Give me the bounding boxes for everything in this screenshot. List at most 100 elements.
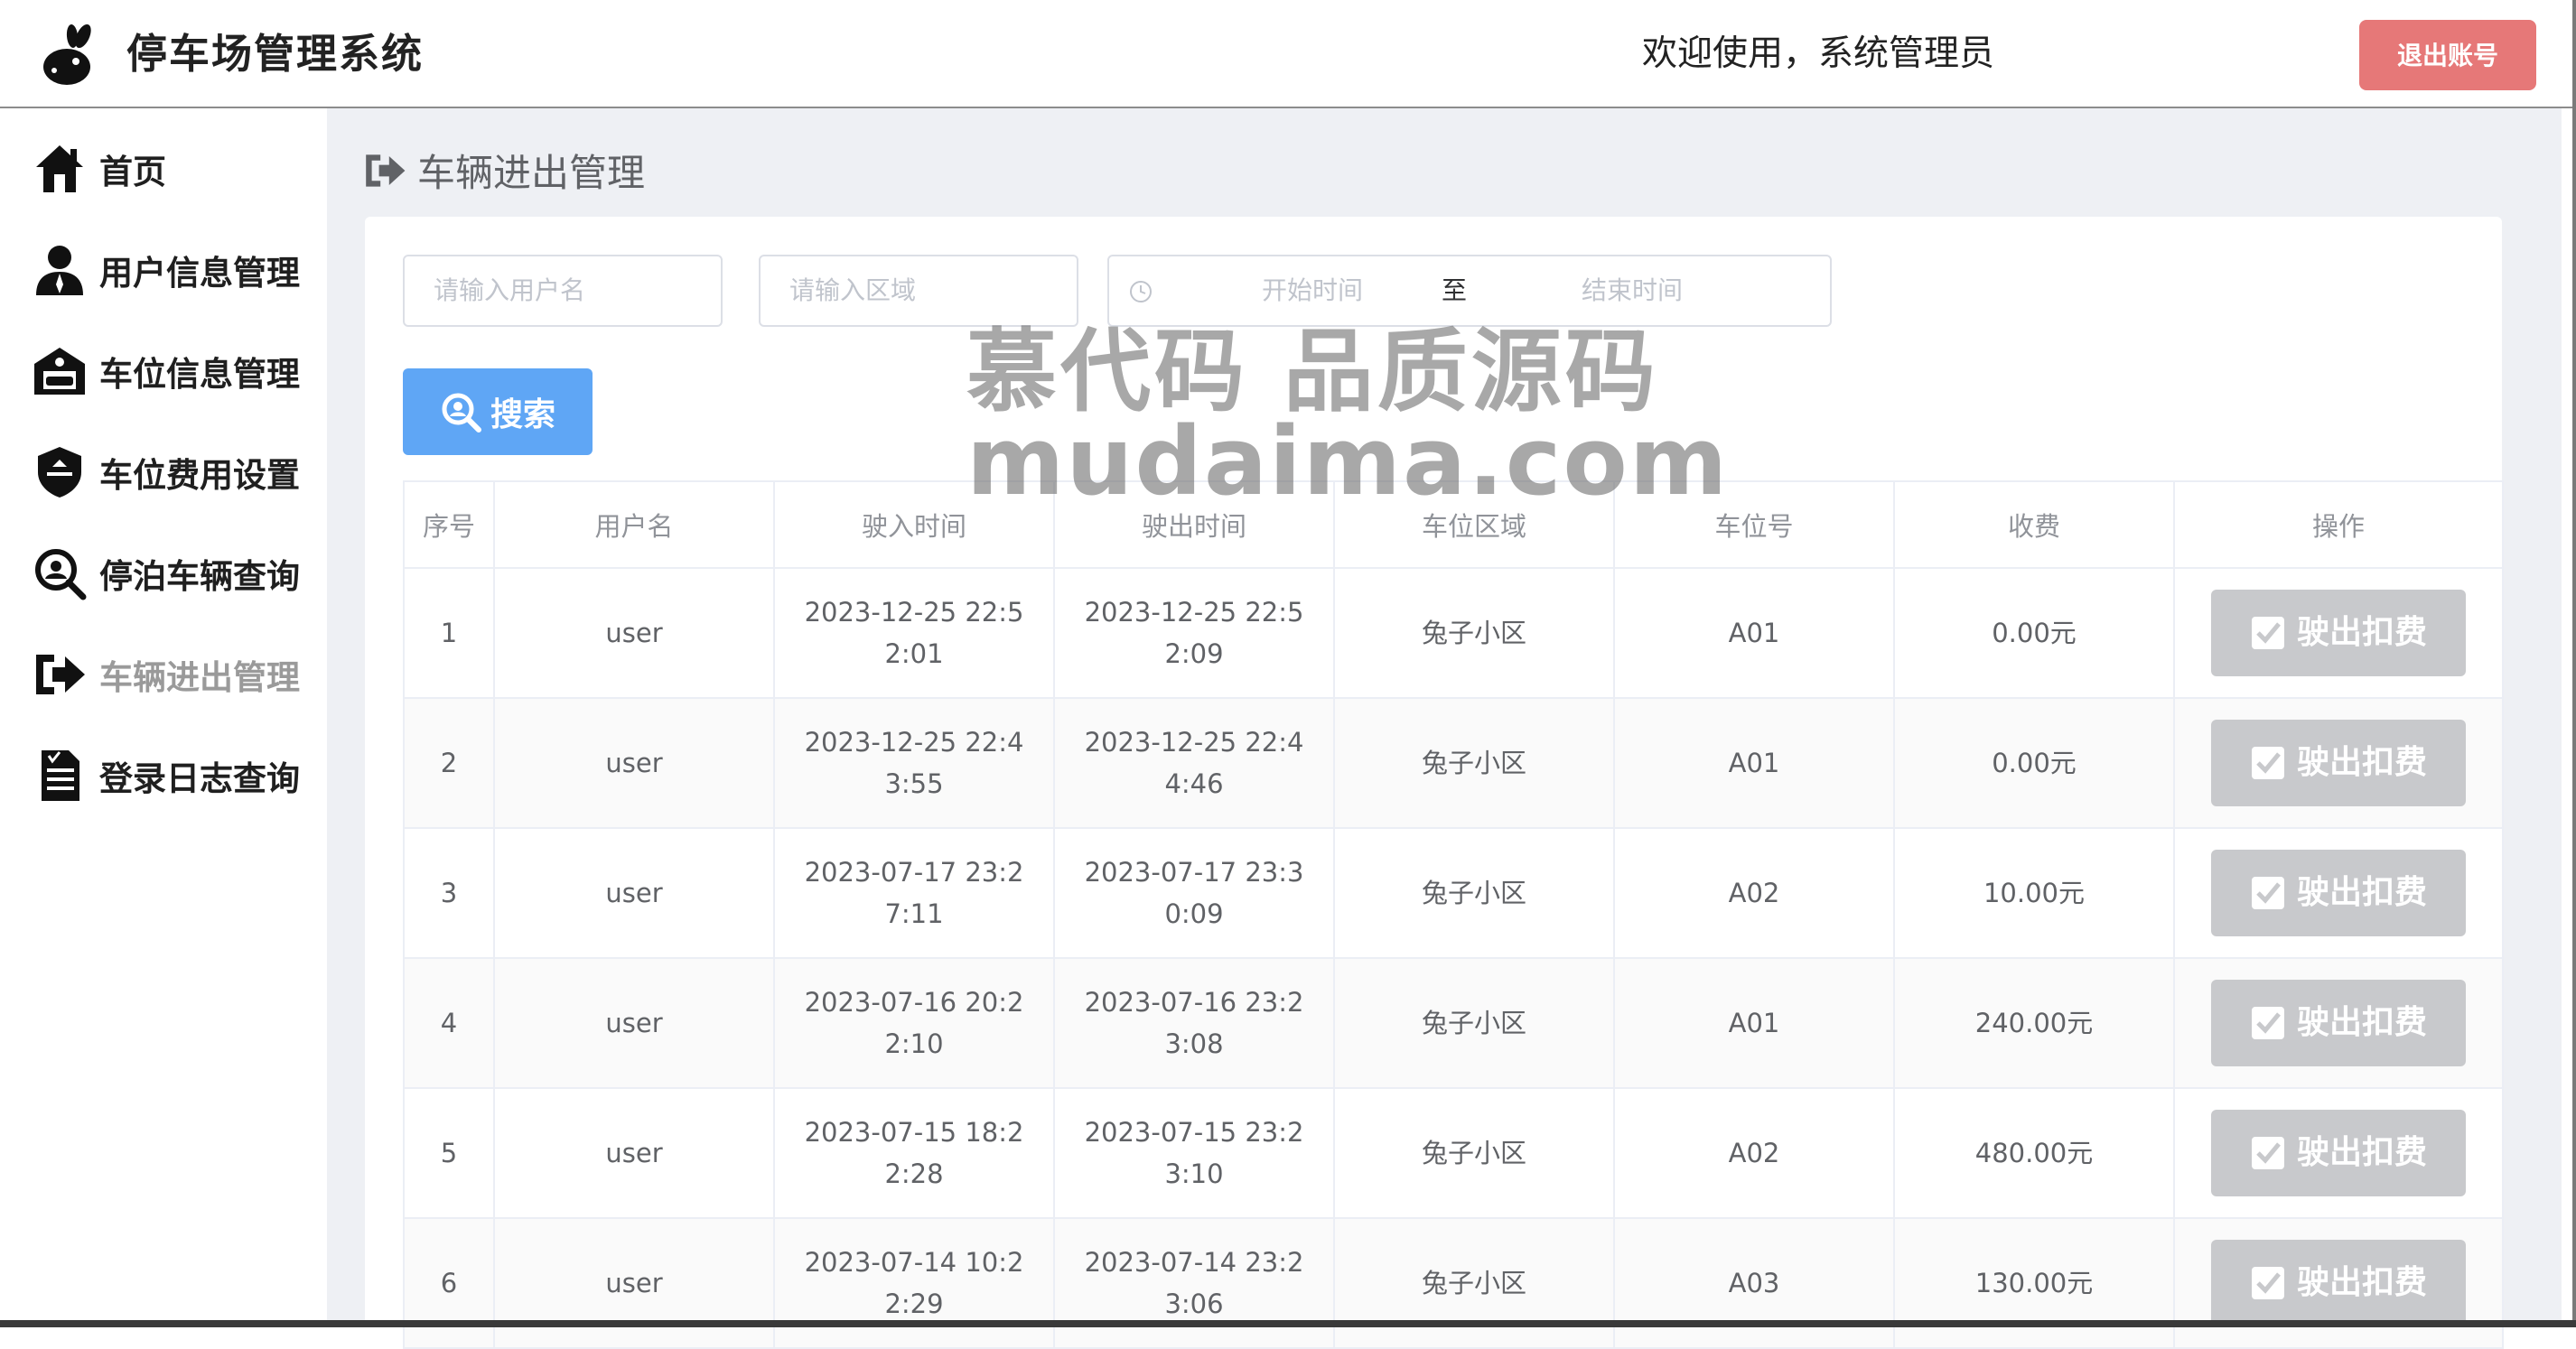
shield-icon: [33, 443, 90, 501]
cell-action: 驶出扣费: [2173, 1087, 2504, 1219]
cell-fee: 0.00元: [1893, 697, 2175, 829]
column-header: 序号: [403, 480, 495, 569]
check-icon: [2250, 1005, 2286, 1041]
cell-area: 兔子小区: [1333, 567, 1615, 699]
column-header: 用户名: [493, 480, 775, 569]
search-button-label: 搜索: [490, 396, 555, 433]
cell-out-time: 2023-07-17 23:30:09: [1053, 827, 1335, 959]
app-title: 停车场管理系统: [126, 30, 425, 78]
sidebar-item-label: 车位费用设置: [99, 456, 300, 495]
welcome-text: 欢迎使用，系统管理员: [1642, 33, 1995, 74]
cell-slot: A01: [1613, 957, 1895, 1089]
table-row: 2 user 2023-12-25 22:43:55 2023-12-25 22…: [403, 697, 2504, 829]
sidebar-item-label: 车辆进出管理: [99, 658, 300, 697]
cell-user: user: [493, 697, 775, 829]
sidebar-item-label: 首页: [99, 153, 166, 191]
sidebar-item-fees[interactable]: 车位费用设置: [33, 441, 322, 504]
sidebar-item-vehicle-io[interactable]: 车辆进出管理: [33, 643, 322, 706]
cell-fee: 130.00元: [1893, 1217, 2175, 1349]
cell-user: user: [493, 1087, 775, 1219]
cell-area: 兔子小区: [1333, 827, 1615, 959]
sidebar-item-slots[interactable]: 车位信息管理: [33, 340, 322, 403]
table-row: 4 user 2023-07-16 20:22:10 2023-07-16 23…: [403, 957, 2504, 1089]
sidebar-item-label: 停泊车辆查询: [99, 557, 300, 596]
cell-action: 驶出扣费: [2173, 957, 2504, 1089]
cell-area: 兔子小区: [1333, 697, 1615, 829]
sidebar-item-label: 用户信息管理: [99, 254, 300, 293]
cell-in-time: 2023-12-25 22:43:55: [773, 697, 1055, 829]
page-heading: 车辆进出管理: [363, 143, 645, 198]
magnifier-icon: [33, 544, 90, 602]
sidebar-item-login-log[interactable]: 登录日志查询: [33, 744, 322, 807]
search-button[interactable]: 搜索: [403, 368, 593, 455]
arrow-right-icon: [366, 154, 406, 187]
home-icon: [33, 140, 90, 198]
username-input[interactable]: 请输入用户名: [403, 255, 723, 327]
cell-no: 6: [403, 1217, 495, 1349]
cell-no: 4: [403, 957, 495, 1089]
cell-no: 2: [403, 697, 495, 829]
exit-charge-button[interactable]: 驶出扣费: [2211, 980, 2466, 1066]
table-row: 1 user 2023-12-25 22:52:01 2023-12-25 22…: [403, 567, 2504, 699]
exit-charge-label: 驶出扣费: [2296, 1004, 2427, 1041]
exit-charge-label: 驶出扣费: [2296, 744, 2427, 781]
cell-in-time: 2023-07-15 18:22:28: [773, 1087, 1055, 1219]
watermark-line2: mudaima.com: [966, 406, 1730, 516]
cell-no: 3: [403, 827, 495, 959]
cell-fee: 0.00元: [1893, 567, 2175, 699]
cell-slot: A02: [1613, 1087, 1895, 1219]
sidebar-item-users[interactable]: 用户信息管理: [33, 238, 322, 302]
arrow-right-icon: [33, 646, 90, 703]
cell-slot: A01: [1613, 567, 1895, 699]
vehicle-io-table: 序号 用户名 驶入时间 驶出时间 车位区域 车位号 收费 操作 1 user 2…: [403, 480, 2504, 1349]
check-icon: [2250, 745, 2286, 781]
exit-charge-label: 驶出扣费: [2296, 614, 2427, 651]
cell-in-time: 2023-07-16 20:22:10: [773, 957, 1055, 1089]
exit-charge-label: 驶出扣费: [2296, 1264, 2427, 1301]
rabbit-logo-icon: [43, 23, 91, 85]
logout-button[interactable]: 退出账号: [2359, 20, 2536, 90]
exit-charge-button[interactable]: 驶出扣费: [2211, 590, 2466, 676]
cell-in-time: 2023-07-14 10:22:29: [773, 1217, 1055, 1349]
cell-out-time: 2023-12-25 22:52:09: [1053, 567, 1335, 699]
cell-out-time: 2023-12-25 22:44:46: [1053, 697, 1335, 829]
search-icon: [440, 391, 481, 433]
cell-user: user: [493, 567, 775, 699]
cell-area: 兔子小区: [1333, 1087, 1615, 1219]
cell-in-time: 2023-07-17 23:27:11: [773, 827, 1055, 959]
exit-charge-label: 驶出扣费: [2296, 1134, 2427, 1171]
page-scrollbar[interactable]: [2562, 108, 2572, 1320]
cell-user: user: [493, 1217, 775, 1349]
exit-charge-button[interactable]: 驶出扣费: [2211, 850, 2466, 936]
check-icon: [2250, 615, 2286, 651]
sidebar-item-label: 车位信息管理: [99, 355, 300, 394]
cell-out-time: 2023-07-14 23:23:06: [1053, 1217, 1335, 1349]
exit-charge-button[interactable]: 驶出扣费: [2211, 1110, 2466, 1196]
check-icon: [2250, 875, 2286, 911]
cell-in-time: 2023-12-25 22:52:01: [773, 567, 1055, 699]
cell-action: 驶出扣费: [2173, 827, 2504, 959]
cell-slot: A02: [1613, 827, 1895, 959]
column-header: 收费: [1893, 480, 2175, 569]
sidebar: 首页 用户信息管理 车位信息管理 车位费用设置 停泊车辆查询 车辆进出管理 登录…: [0, 108, 327, 1320]
check-icon: [2250, 1265, 2286, 1301]
exit-charge-button[interactable]: 驶出扣费: [2211, 1240, 2466, 1326]
sidebar-item-label: 登录日志查询: [99, 759, 300, 798]
cell-area: 兔子小区: [1333, 957, 1615, 1089]
window-edge-right: [2572, 0, 2576, 1327]
exit-charge-button[interactable]: 驶出扣费: [2211, 720, 2466, 806]
sidebar-item-home[interactable]: 首页: [33, 137, 322, 200]
cell-action: 驶出扣费: [2173, 697, 2504, 829]
cell-out-time: 2023-07-16 23:23:08: [1053, 957, 1335, 1089]
sidebar-item-parked-query[interactable]: 停泊车辆查询: [33, 542, 322, 605]
cell-fee: 480.00元: [1893, 1087, 2175, 1219]
cell-user: user: [493, 957, 775, 1089]
cell-slot: A03: [1613, 1217, 1895, 1349]
cell-fee: 240.00元: [1893, 957, 2175, 1089]
table-row: 3 user 2023-07-17 23:27:11 2023-07-17 23…: [403, 827, 2504, 959]
cell-action: 驶出扣费: [2173, 1217, 2504, 1349]
cell-out-time: 2023-07-15 23:23:10: [1053, 1087, 1335, 1219]
cell-action: 驶出扣费: [2173, 567, 2504, 699]
check-icon: [2250, 1135, 2286, 1171]
exit-charge-label: 驶出扣费: [2296, 874, 2427, 911]
